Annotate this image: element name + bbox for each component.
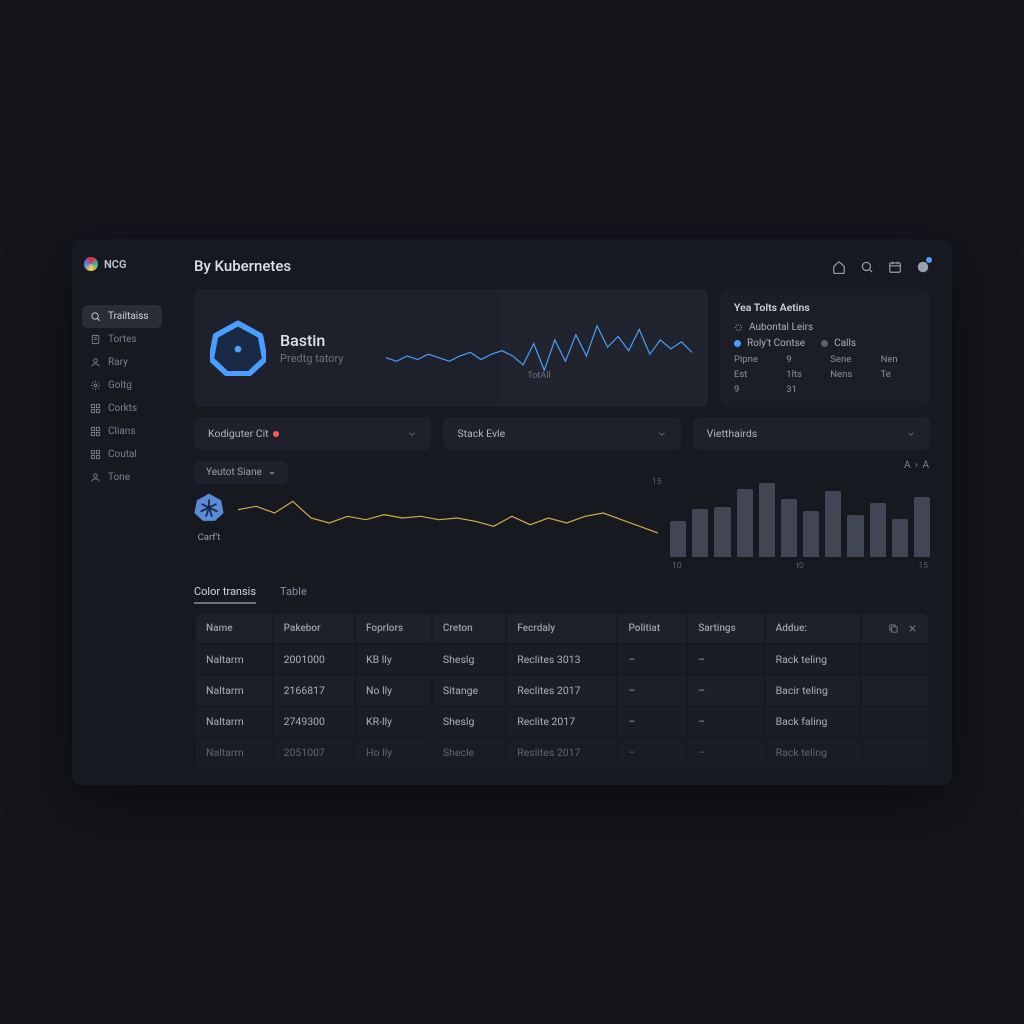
- calendar-icon[interactable]: [888, 259, 902, 273]
- column-header[interactable]: Creton: [433, 614, 505, 643]
- column-header[interactable]: Politiat: [618, 614, 686, 643]
- page-header: By Kubernetes: [194, 257, 930, 275]
- column-header[interactable]: Foprlors: [356, 614, 431, 643]
- sidebar-item-clians[interactable]: Clians: [82, 420, 162, 443]
- series-chip[interactable]: Yeutot Siane: [194, 461, 288, 484]
- hero-sparkline: TotAll: [386, 317, 692, 379]
- chart-legend-item: Carf't: [194, 492, 224, 543]
- sidebar-item-corkts[interactable]: Corkts: [82, 397, 162, 420]
- brand: NCG: [82, 257, 162, 271]
- actions-title: Yea Tolts Aetins: [734, 301, 916, 314]
- bar: [803, 511, 819, 557]
- home-icon[interactable]: [832, 259, 846, 273]
- filter-select-0[interactable]: Kodiguter Cit: [194, 417, 431, 450]
- dot-icon: [821, 340, 828, 347]
- line-chart: [238, 493, 658, 543]
- dot-icon: [734, 340, 741, 347]
- sidebar-item-tone[interactable]: Tone: [82, 466, 162, 489]
- app-window: NCG TrailtaissTortesRaryGoltgCorktsClian…: [72, 239, 952, 785]
- page-title: By Kubernetes: [194, 257, 291, 275]
- bar: [692, 509, 708, 557]
- main-content: By Kubernetes Bastin Predtg tatory: [172, 239, 952, 785]
- kubernetes-mini-icon: [194, 492, 224, 522]
- header-actions: [832, 259, 930, 273]
- brand-label: NCG: [104, 258, 126, 271]
- sidebar-item-rary[interactable]: Rary: [82, 351, 162, 374]
- bar: [825, 491, 841, 557]
- legend-item-0: Roly't Contse Calls: [734, 338, 916, 349]
- hero-xlabel: TotAll: [527, 371, 550, 381]
- chevron-down-icon: [268, 469, 276, 477]
- hero-title: Bastin: [280, 331, 343, 350]
- hero-subtitle: Predtg tatory: [280, 352, 343, 365]
- chevron-down-icon: [906, 429, 916, 439]
- filter-selects: Kodiguter Cit Stack Evle Vietthairds: [194, 417, 930, 450]
- chevron-down-icon: [407, 429, 417, 439]
- tab-table[interactable]: Table: [280, 585, 307, 604]
- bar-chart-panel: A › A 15 10 t0 15: [670, 460, 930, 571]
- sidebar-item-coutal[interactable]: Coutal: [82, 443, 162, 466]
- bar: [847, 515, 863, 557]
- sparkle-icon: [734, 323, 743, 332]
- bar: [737, 489, 753, 557]
- actions-stats-grid: Pipne9SeneNenEst1ltsNensTe931: [734, 354, 916, 395]
- bar: [670, 521, 686, 557]
- kubernetes-logo-icon: [210, 320, 266, 376]
- bar-ytick: 15: [652, 477, 662, 487]
- nav-list: TrailtaissTortesRaryGoltgCorktsCliansCou…: [82, 305, 162, 489]
- column-header[interactable]: Sartings: [688, 614, 763, 643]
- notifications-icon[interactable]: [916, 259, 930, 273]
- column-actions: [862, 614, 928, 643]
- table-tabs: Color transis Table: [194, 585, 930, 604]
- hero-card: Bastin Predtg tatory TotAll: [194, 289, 708, 407]
- bar: [714, 507, 730, 557]
- table-row[interactable]: Naltarm2749300KR-llySheslgReclite 2017––…: [196, 707, 928, 736]
- close-icon[interactable]: [907, 623, 918, 634]
- sidebar-item-tortes[interactable]: Tortes: [82, 328, 162, 351]
- bar: [892, 519, 908, 557]
- table-row[interactable]: Naltarm2001000KB llySheslgReclites 3013–…: [196, 645, 928, 674]
- sidebar: NCG TrailtaissTortesRaryGoltgCorktsClian…: [72, 239, 172, 785]
- sidebar-item-trailtaiss[interactable]: Trailtaiss: [82, 305, 162, 328]
- data-table: NamePakeborFoprlorsCretonFecrdalyPolitia…: [194, 612, 930, 769]
- filter-select-2[interactable]: Vietthairds: [693, 417, 930, 450]
- brand-icon: [84, 257, 98, 271]
- copy-icon[interactable]: [888, 623, 899, 634]
- tab-color-transis[interactable]: Color transis: [194, 585, 256, 604]
- breadcrumb: A › A: [670, 460, 930, 471]
- bar-chart: [670, 477, 930, 557]
- actions-panel: Yea Tolts Aetins Aubontal Leirs Roly't C…: [720, 289, 930, 407]
- filter-select-1[interactable]: Stack Evle: [443, 417, 680, 450]
- line-chart-panel: Yeutot Siane Carf't: [194, 460, 658, 543]
- table-row[interactable]: Naltarm2051007Ho llyShecleReslites 2017–…: [196, 738, 928, 767]
- table-row[interactable]: Naltarm2166817No llySitangeReclites 2017…: [196, 676, 928, 705]
- chevron-down-icon: [657, 429, 667, 439]
- column-header[interactable]: Name: [196, 614, 272, 643]
- sidebar-item-goltg[interactable]: Goltg: [82, 374, 162, 397]
- column-header[interactable]: Pakebor: [274, 614, 354, 643]
- bar: [914, 497, 930, 557]
- column-header[interactable]: Addue:: [766, 614, 861, 643]
- bar-xaxis: 10 t0 15: [670, 561, 930, 571]
- bar: [759, 483, 775, 557]
- bar: [870, 503, 886, 557]
- actions-link[interactable]: Aubontal Leirs: [734, 322, 916, 333]
- bar: [781, 499, 797, 557]
- search-icon[interactable]: [860, 259, 874, 273]
- column-header[interactable]: Fecrdaly: [507, 614, 616, 643]
